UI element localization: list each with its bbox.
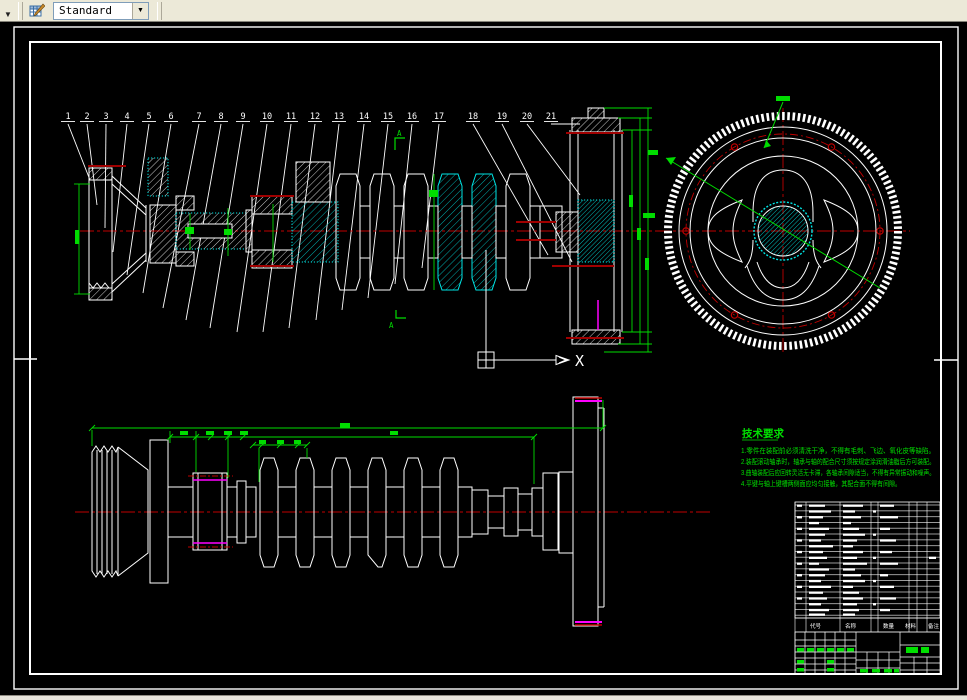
balloon: 14 [359, 112, 369, 122]
balloon: 6 [168, 112, 173, 122]
pulley-side [92, 446, 148, 577]
table-style-icon-button[interactable] [25, 1, 49, 21]
balloon: 8 [218, 112, 223, 122]
balloon: 1 [65, 112, 70, 122]
tech-requirement-line: 2.装配滚动轴承时，轴承与轴的配合尺寸须按规定涂润滑油脂后方可装配。 [741, 457, 935, 466]
crank-webs-and-journals [336, 174, 562, 290]
pulley-section [89, 158, 176, 300]
front-shaft-and-gear [150, 440, 256, 583]
toolbar: ▼ Standard ▼ [0, 0, 967, 22]
balloon: 2 [84, 112, 89, 122]
header-code: 代号 [810, 622, 822, 630]
balloon: 16 [407, 112, 417, 122]
balloon-labels: 1 2 3 4 5 6 7 8 9 10 11 12 13 14 15 16 1… [65, 112, 556, 122]
section-label-a: A [397, 129, 402, 138]
parts-list-table: 代号 名称 数量 材料 备注 [795, 502, 940, 674]
balloon: 15 [383, 112, 393, 122]
header-material: 材料 [905, 622, 917, 630]
status-bar [0, 695, 967, 700]
center-hub [754, 202, 812, 260]
tech-requirements-title: 技术要求 [742, 427, 784, 440]
flywheel-side [573, 397, 604, 626]
balloon: 7 [196, 112, 201, 122]
balloon: 18 [468, 112, 478, 122]
balloon: 10 [262, 112, 272, 122]
balloon: 4 [124, 112, 129, 122]
section-marker-top: A [395, 129, 405, 150]
style-combobox-value: Standard [54, 4, 112, 17]
flywheel-front-view [643, 96, 910, 354]
balloon: 20 [522, 112, 532, 122]
balloon: 21 [546, 112, 556, 122]
chevron-down-icon[interactable]: ▼ [132, 3, 148, 19]
flywheel-section [556, 108, 622, 344]
crankshaft-side-view [75, 397, 713, 626]
balloon: 19 [497, 112, 507, 122]
section-label-a: A [389, 321, 394, 330]
tech-requirement-line: 4.平键与轴上键槽两侧面应均匀接触，其配合面不得有间隙。 [741, 479, 901, 488]
webs-journals-side [260, 458, 573, 567]
table-style-icon [29, 3, 45, 19]
section-marker-bottom: A [389, 310, 406, 330]
cad-application-window: ▼ Standard ▼ [0, 0, 967, 700]
header-notes: 备注 [928, 622, 940, 630]
balloon: 5 [146, 112, 151, 122]
crankshaft-assembly-section: A A [74, 108, 662, 352]
table-header-row: 代号 名称 数量 材料 备注 [810, 622, 940, 630]
toolbar-separator [18, 2, 23, 20]
tech-requirement-line: 1.零件在装配前必须清洗干净，不得有毛刺、飞边、氧化皮等缺陷。 [741, 446, 935, 455]
balloon: 9 [240, 112, 245, 122]
cad-canvas[interactable]: 1 2 3 4 5 6 7 8 9 10 11 12 13 14 15 16 1… [0, 22, 967, 695]
balloon: 12 [310, 112, 320, 122]
balloon: 3 [103, 112, 108, 122]
header-qty: 数量 [883, 622, 895, 630]
toolbar-overflow-button[interactable]: ▼ [0, 1, 16, 21]
balloon: 11 [286, 112, 296, 122]
tech-requirement-line: 3.曲轴装配后应回转灵活无卡滞，各轴承间隙适当，不得有异常振动和噪声。 [741, 468, 935, 477]
balloon: 17 [434, 112, 444, 122]
tech-requirements: 技术要求 1.零件在装配前必须清洗干净，不得有毛刺、飞边、氧化皮等缺陷。 2.装… [741, 427, 935, 488]
style-combobox[interactable]: Standard ▼ [53, 2, 149, 20]
toolbar-separator [157, 2, 162, 20]
header-name: 名称 [845, 622, 857, 630]
green-dimensions-side-view [89, 400, 606, 484]
title-block [795, 632, 940, 674]
timing-gear-section [252, 162, 338, 268]
ucs-x-axis-label: X [575, 352, 584, 370]
balloon: 13 [334, 112, 344, 122]
